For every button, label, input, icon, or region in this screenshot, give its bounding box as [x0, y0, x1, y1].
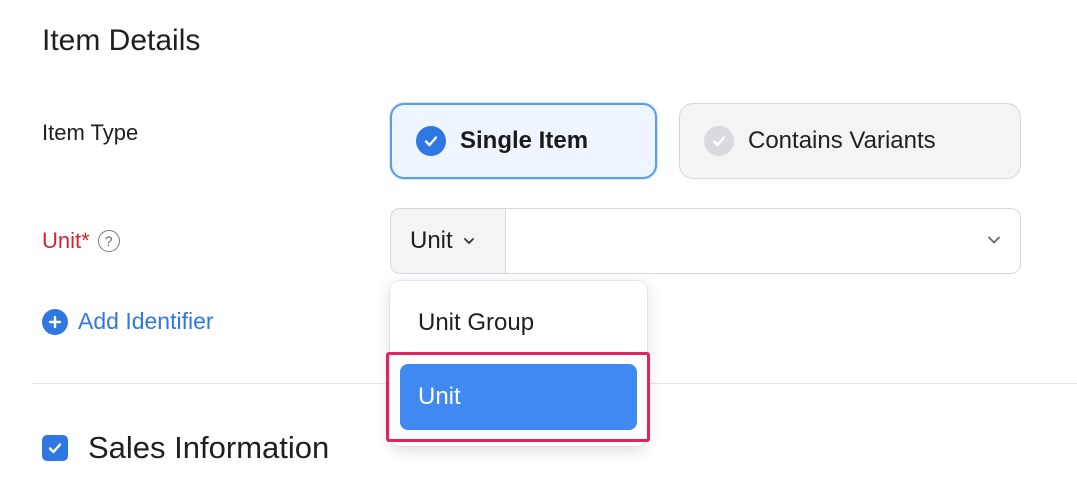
- unit-field: Unit: [390, 208, 1021, 274]
- add-identifier-link[interactable]: Add Identifier: [42, 308, 214, 335]
- chevron-down-icon: [986, 232, 1002, 250]
- dropdown-option-unit-label: Unit: [418, 383, 461, 410]
- single-item-option[interactable]: Single Item: [390, 103, 657, 179]
- add-identifier-label: Add Identifier: [78, 308, 214, 334]
- unit-label: Unit*: [42, 228, 90, 253]
- unit-type-toggle[interactable]: Unit: [391, 209, 506, 273]
- unit-type-toggle-label: Unit: [410, 227, 453, 254]
- chevron-down-icon: [463, 237, 475, 245]
- checkbox-checked-icon: [42, 435, 68, 461]
- plus-circle-icon: [42, 308, 68, 335]
- item-type-label: Item Type: [42, 120, 139, 145]
- unit-label-row: Unit* ?: [42, 228, 120, 254]
- check-circle-icon: [416, 126, 446, 156]
- dropdown-option-unit-group[interactable]: Unit Group: [390, 309, 647, 337]
- question-circle-icon[interactable]: ?: [97, 230, 120, 252]
- item-details-form: Item Details Item Type Single Item Conta…: [0, 0, 1077, 478]
- sales-information-checkbox[interactable]: Sales Information: [42, 430, 329, 466]
- unit-select[interactable]: [506, 209, 1020, 273]
- unit-type-dropdown-menu: Unit Group Unit: [390, 281, 647, 446]
- contains-variants-option[interactable]: Contains Variants: [679, 103, 1021, 179]
- section-title: Item Details: [42, 24, 201, 57]
- sales-information-label: Sales Information: [88, 430, 330, 465]
- contains-variants-label: Contains Variants: [748, 127, 936, 154]
- check-circle-icon: [704, 126, 734, 156]
- single-item-label: Single Item: [460, 127, 589, 154]
- dropdown-option-unit[interactable]: Unit: [400, 364, 637, 430]
